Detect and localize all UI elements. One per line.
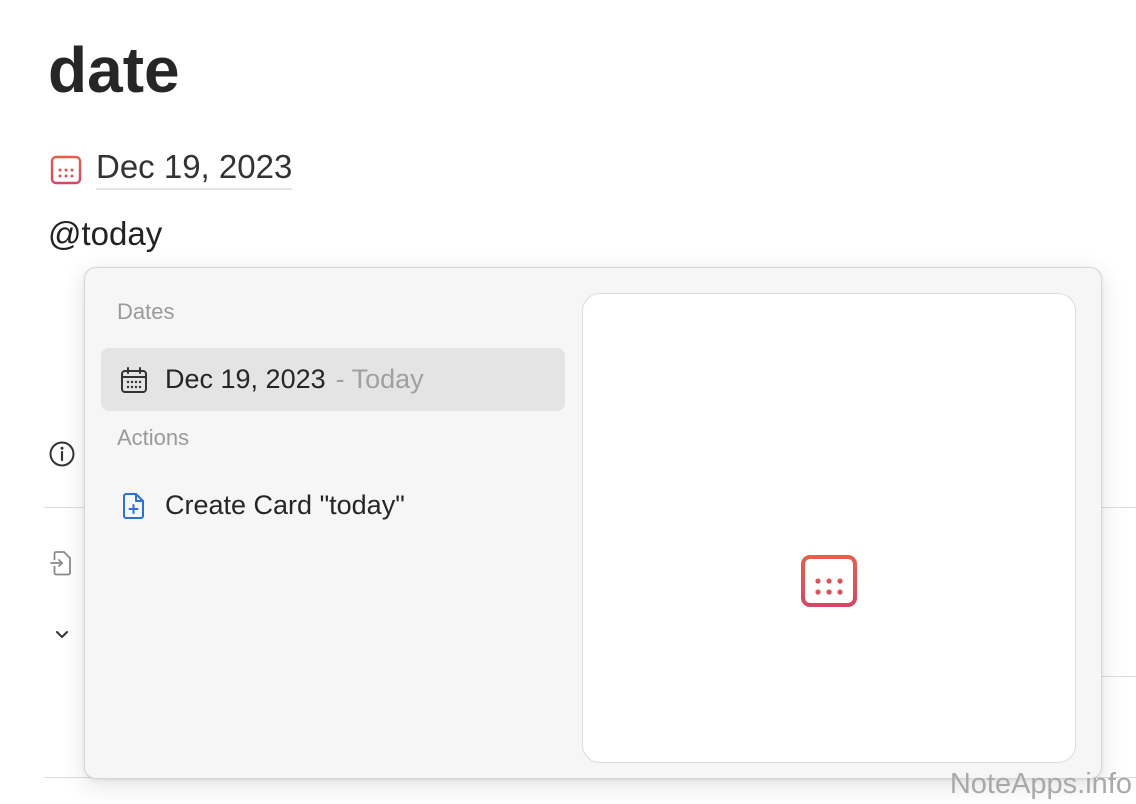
- preview-pane: [582, 293, 1076, 763]
- page-title: date: [48, 34, 180, 106]
- divider: [1100, 676, 1136, 677]
- suggestion-item-label: Dec 19, 2023: [165, 364, 326, 394]
- date-value[interactable]: Dec 19, 2023: [96, 147, 293, 190]
- chevron-down-icon[interactable]: [52, 624, 72, 644]
- mention-suggestions-popup: Dates Dec 19, 2023 - Today Actions Creat…: [84, 267, 1102, 779]
- calendar-icon: [48, 150, 84, 186]
- calendar-icon: [799, 547, 859, 609]
- info-icon[interactable]: [48, 440, 76, 468]
- create-card-action[interactable]: Create Card "today": [101, 474, 565, 537]
- section-header-dates: Dates: [117, 299, 175, 324]
- suggestion-item-suffix: - Today: [335, 364, 424, 394]
- section-header-actions: Actions: [117, 425, 190, 450]
- document-import-icon[interactable]: [50, 550, 74, 576]
- mention-input-text[interactable]: @today: [48, 212, 162, 256]
- create-card-label: Create Card "today": [165, 490, 405, 520]
- suggestion-item-today[interactable]: Dec 19, 2023 - Today: [101, 348, 565, 411]
- calendar-icon: [119, 365, 149, 395]
- new-document-icon: [119, 491, 149, 521]
- date-property-row[interactable]: Dec 19, 2023: [48, 146, 293, 190]
- watermark: NoteApps.info: [949, 768, 1132, 800]
